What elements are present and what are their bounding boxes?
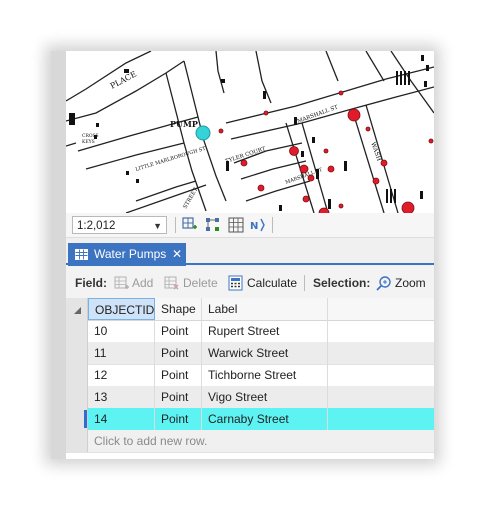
calculator-icon [228, 275, 243, 291]
row-selector[interactable] [66, 320, 88, 342]
delete-field-icon [164, 276, 179, 290]
table-toolbar: Field: Add Delete Calculate Selection: Z… [66, 271, 434, 315]
row-selector [66, 430, 88, 452]
cell-empty [328, 386, 434, 408]
cell-label[interactable]: Tichborne Street [202, 364, 328, 386]
add-new-row[interactable]: Click to add new row. [66, 430, 434, 453]
row-selector[interactable] [66, 342, 88, 364]
table-row[interactable]: 13 Point Vigo Street [66, 386, 434, 409]
calculate-field-button[interactable]: Calculate [247, 271, 297, 296]
tab-underline [66, 263, 434, 265]
map-label-pump: PUMP [170, 119, 198, 129]
cell-shape[interactable]: Point [155, 386, 202, 408]
cell-objectid[interactable]: 13 [88, 386, 155, 408]
toolbar-separator [272, 217, 273, 233]
selected-pump-marker [195, 125, 211, 141]
cell-label[interactable]: Carnaby Street [202, 408, 328, 430]
cell-shape[interactable]: Point [155, 408, 202, 430]
grid-icon[interactable] [228, 217, 244, 233]
cell-shape[interactable]: Point [155, 342, 202, 364]
cell-objectid[interactable]: 14 [88, 408, 155, 430]
map-view[interactable]: PLACE PUMP MARSHALL ST WASH TYLER COURT … [66, 51, 434, 213]
cell-objectid[interactable]: 11 [88, 342, 155, 364]
cell-shape[interactable]: Point [155, 364, 202, 386]
row-selector[interactable] [66, 364, 88, 386]
column-header-objectid[interactable]: OBJECTID [88, 298, 155, 320]
cell-objectid[interactable]: 10 [88, 320, 155, 342]
map-status-toolbar: 1:2,012 ▼ N [66, 213, 434, 237]
column-header-empty [328, 298, 434, 320]
row-selector[interactable] [66, 386, 88, 408]
table-row[interactable]: 11 Point Warwick Street [66, 342, 434, 365]
table-header: OBJECTID Shape Label [66, 298, 434, 321]
add-row-text[interactable]: Click to add new row. [88, 430, 434, 452]
table-row-selected[interactable]: 14 Point Carnaby Street [66, 408, 434, 431]
svg-text:WASH: WASH [369, 141, 382, 162]
cell-empty [328, 408, 434, 430]
table-row[interactable]: 12 Point Tichborne Street [66, 364, 434, 387]
scale-value: 1:2,012 [77, 220, 116, 232]
selected-row-indicator [84, 410, 87, 428]
select-all-corner[interactable] [66, 298, 88, 320]
svg-text:N: N [250, 221, 258, 232]
table-row[interactable]: 10 Point Rupert Street [66, 320, 434, 343]
zoom-to-button[interactable]: Zoom T [395, 271, 434, 315]
svg-text:KEYS: KEYS [82, 139, 95, 145]
left-panel-strip [51, 51, 66, 459]
table-tab-bar: Water Pumps ✕ [66, 237, 434, 266]
add-field-icon [114, 276, 129, 289]
chevron-down-icon: ▼ [153, 221, 162, 231]
toolbar-separator [304, 275, 305, 291]
cell-label[interactable]: Warwick Street [202, 342, 328, 364]
snow-cholera-map: PLACE PUMP MARSHALL ST WASH TYLER COURT … [66, 51, 434, 213]
toolbar-separator [175, 217, 176, 233]
snapping-icon[interactable] [205, 217, 221, 233]
field-label: Field: [75, 276, 107, 290]
zoom-to-selection-icon [376, 276, 391, 291]
cell-label[interactable]: Rupert Street [202, 320, 328, 342]
arcgis-window: PLACE PUMP MARSHALL ST WASH TYLER COURT … [51, 51, 434, 459]
north-arrow-icon[interactable]: N [250, 217, 266, 233]
column-header-shape[interactable]: Shape [155, 298, 202, 320]
svg-text:CROSS: CROSS [82, 133, 99, 139]
selection-label: Selection: [313, 276, 371, 290]
map-label-place: PLACE [109, 69, 138, 90]
cell-empty [328, 320, 434, 342]
attribute-table: OBJECTID Shape Label 10 Point Rupert Str… [66, 298, 434, 459]
scale-selector[interactable]: 1:2,012 ▼ [72, 216, 167, 234]
cell-label[interactable]: Vigo Street [202, 386, 328, 408]
cell-empty [328, 342, 434, 364]
cell-shape[interactable]: Point [155, 320, 202, 342]
svg-text:LITTLE MARLBOROUGH ST: LITTLE MARLBOROUGH ST [135, 146, 207, 173]
delete-field-button[interactable]: Delete [183, 271, 218, 296]
column-header-label[interactable]: Label [202, 298, 328, 320]
cell-objectid[interactable]: 12 [88, 364, 155, 386]
add-field-button[interactable]: Add [132, 271, 153, 296]
attribute-table-icon [75, 249, 88, 260]
add-graticule-icon[interactable] [182, 217, 198, 233]
cell-empty [328, 364, 434, 386]
